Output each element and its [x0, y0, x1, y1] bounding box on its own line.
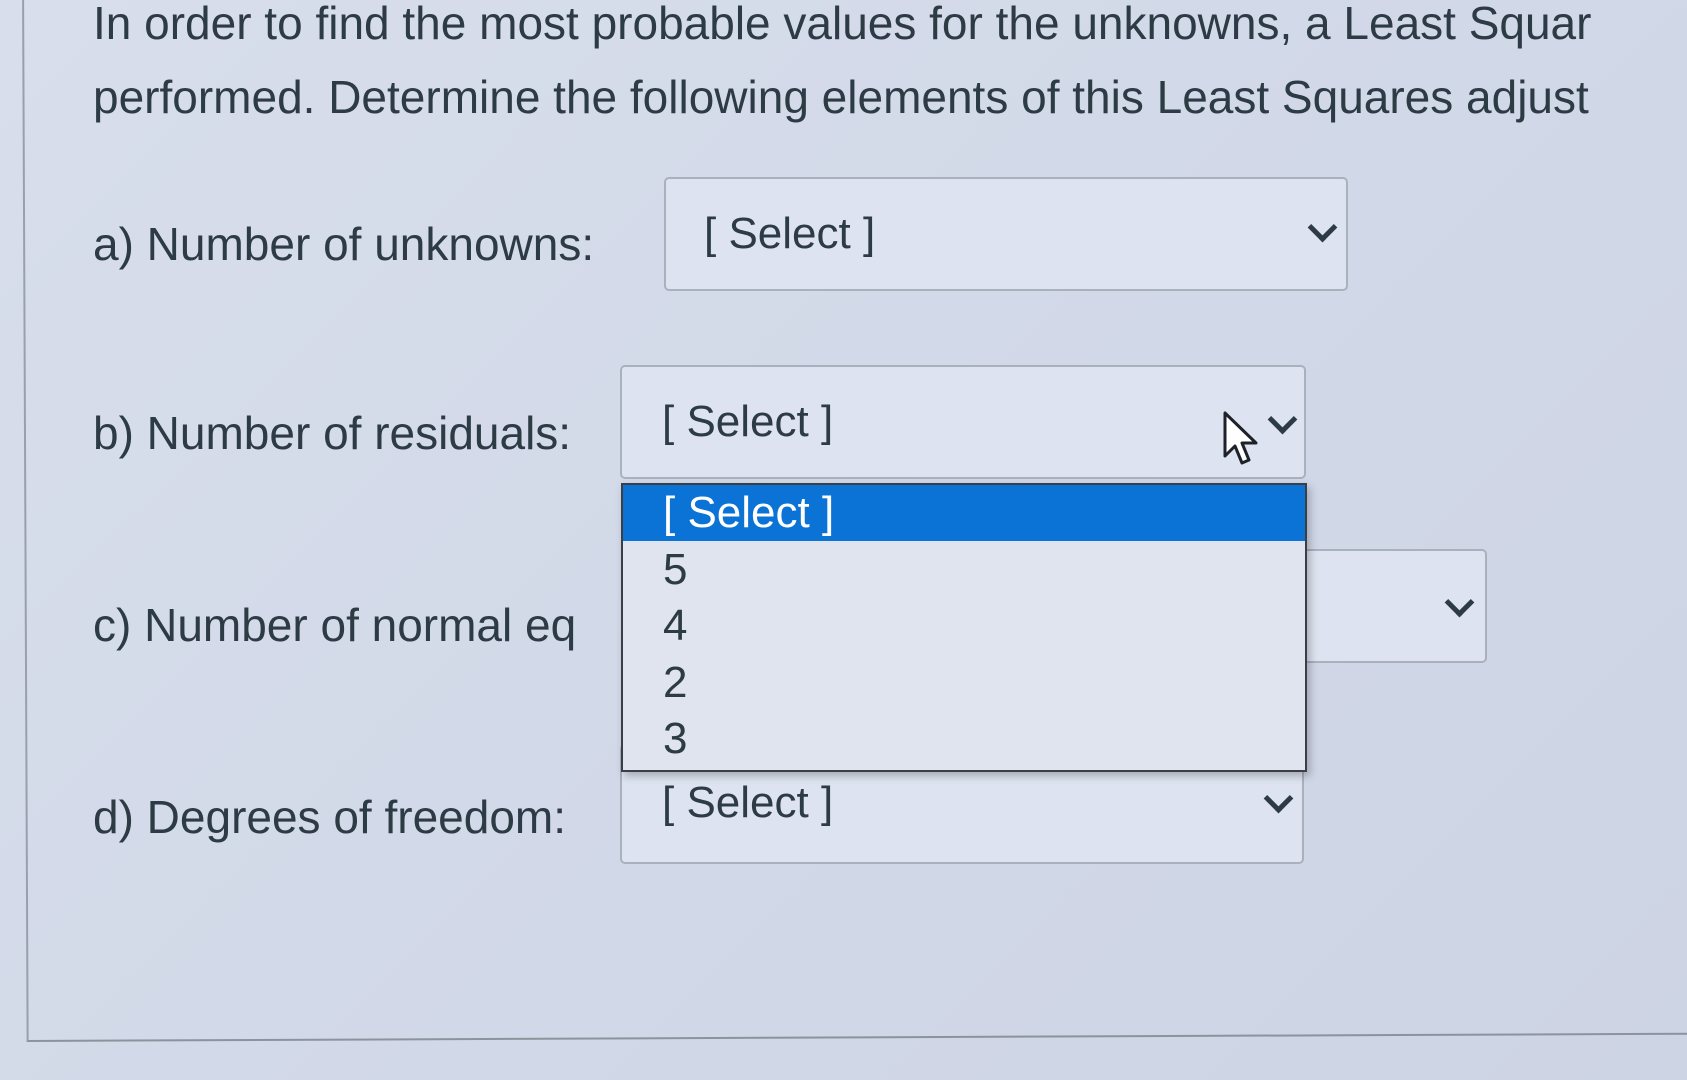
residuals-dropdown-list: [ Select ] 5 4 2 3	[621, 483, 1307, 772]
dropdown-option[interactable]: 2	[623, 655, 1305, 711]
select-number-of-residuals[interactable]: [ Select ]	[620, 365, 1306, 479]
select-value: [ Select ]	[704, 209, 876, 258]
select-value: [ Select ]	[662, 778, 834, 827]
dropdown-option[interactable]: 3	[623, 711, 1305, 767]
label-degrees-of-freedom: d) Degrees of freedom:	[93, 791, 567, 843]
select-number-of-normal-equations[interactable]	[1300, 549, 1487, 663]
label-number-of-unknowns: a) Number of unknowns:	[93, 218, 595, 270]
select-number-of-unknowns[interactable]: [ Select ]	[664, 177, 1348, 291]
chevron-down-icon	[1307, 212, 1338, 243]
dropdown-option[interactable]: [ Select ]	[623, 485, 1305, 541]
select-value: [ Select ]	[662, 397, 834, 446]
dropdown-option[interactable]: 4	[623, 598, 1305, 654]
dropdown-option[interactable]: 5	[623, 542, 1305, 598]
label-number-of-residuals: b) Number of residuals:	[93, 407, 572, 459]
chevron-down-icon	[1267, 404, 1298, 435]
question-prompt-line-1: In order to find the most probable value…	[93, 0, 1592, 49]
label-number-of-normal-equations: c) Number of normal eq	[93, 599, 577, 651]
chevron-down-icon	[1263, 783, 1294, 814]
chevron-down-icon	[1444, 587, 1475, 618]
mouse-pointer-icon	[1223, 411, 1258, 465]
question-prompt-line-2: performed. Determine the following eleme…	[93, 71, 1589, 123]
